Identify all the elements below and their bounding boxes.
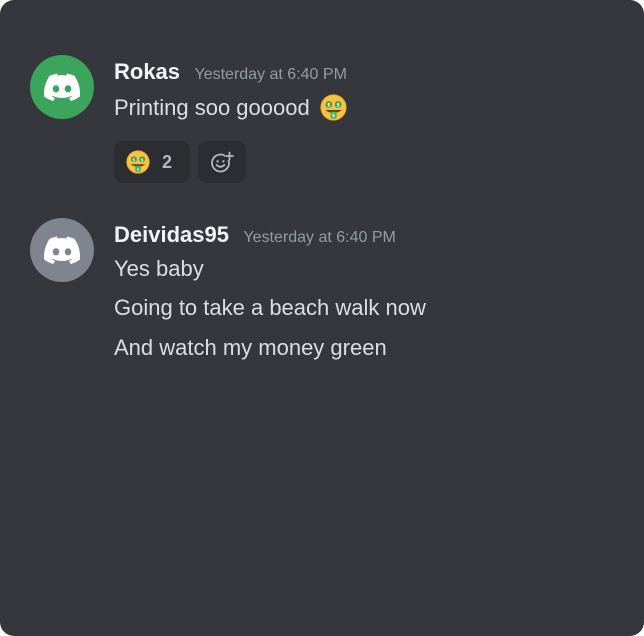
money-mouth-face-icon <box>126 150 150 174</box>
message-group: Deividas95 Yesterday at 6:40 PM Yes baby… <box>30 218 620 368</box>
message-text: Going to take a beach walk now <box>114 295 426 320</box>
discord-logo-icon <box>44 73 80 101</box>
reaction-count: 2 <box>162 151 173 172</box>
money-mouth-face-icon <box>320 94 347 121</box>
message-header: Rokas Yesterday at 6:40 PM <box>114 59 347 85</box>
message-content: Printing soo gooood <box>114 95 310 120</box>
message-group: Rokas Yesterday at 6:40 PM Printing soo … <box>30 55 620 195</box>
add-reaction-icon <box>211 151 234 173</box>
message-text: And watch my money green <box>114 335 387 360</box>
discord-logo-icon <box>44 236 80 264</box>
message-panel: Rokas Yesterday at 6:40 PM Printing soo … <box>0 0 644 636</box>
avatar[interactable] <box>30 218 94 282</box>
avatar[interactable] <box>30 55 94 119</box>
timestamp[interactable]: Yesterday at 6:40 PM <box>243 229 395 246</box>
reaction-button[interactable]: 2 <box>114 141 190 183</box>
message-text: Yes baby <box>114 256 204 281</box>
username[interactable]: Deividas95 <box>114 222 229 247</box>
reactions-bar: 2 <box>114 141 246 183</box>
add-reaction-button[interactable] <box>198 141 246 183</box>
timestamp[interactable]: Yesterday at 6:40 PM <box>195 66 347 83</box>
message-text: Printing soo gooood <box>114 95 347 121</box>
username[interactable]: Rokas <box>114 59 180 84</box>
message-header: Deividas95 Yesterday at 6:40 PM <box>114 222 396 248</box>
